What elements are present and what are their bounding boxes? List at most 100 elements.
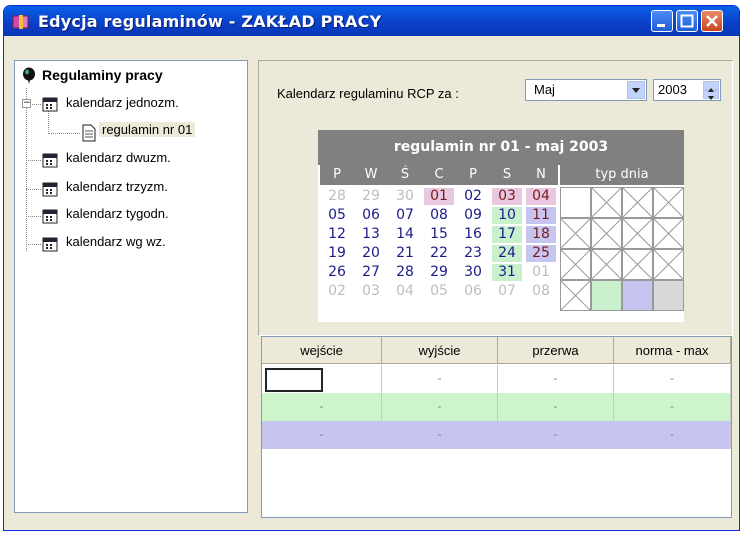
calendar-icon xyxy=(42,97,58,112)
calendar-day[interactable]: 11 xyxy=(526,207,556,224)
table-cell[interactable]: - xyxy=(614,365,731,393)
calendar-day[interactable]: 29 xyxy=(356,188,386,205)
table-row[interactable]: ---- xyxy=(262,393,731,421)
calendar-day[interactable]: 22 xyxy=(424,245,454,262)
calendar-day[interactable]: 18 xyxy=(526,226,556,243)
calendar-day[interactable]: 06 xyxy=(458,283,488,300)
table-cell[interactable]: - xyxy=(614,393,731,421)
day-type-cell[interactable] xyxy=(560,218,591,249)
calendar-day[interactable]: 02 xyxy=(322,283,352,300)
table-cell[interactable]: - xyxy=(498,365,614,393)
table-cell[interactable]: - xyxy=(382,421,498,449)
calendar-day[interactable]: 01 xyxy=(526,264,556,281)
calendar-day[interactable]: 28 xyxy=(322,188,352,205)
tree-item-kalendarz-jednozm[interactable]: kalendarz jednozm. xyxy=(66,95,179,110)
close-button[interactable] xyxy=(701,10,723,32)
tree-line xyxy=(26,244,41,245)
calendar-day[interactable]: 12 xyxy=(322,226,352,243)
day-type-cell[interactable] xyxy=(653,187,684,218)
minimize-button[interactable] xyxy=(651,10,673,32)
column-header[interactable]: wejście xyxy=(262,337,382,364)
table-cell[interactable]: - xyxy=(382,365,498,393)
column-header[interactable]: wyjście xyxy=(382,337,498,364)
calendar-day[interactable]: 15 xyxy=(424,226,454,243)
table-cell[interactable]: - xyxy=(498,393,614,421)
calendar-day[interactable]: 27 xyxy=(356,264,386,281)
calendar-day[interactable]: 17 xyxy=(492,226,522,243)
tree-item-kalendarz-wg-wz[interactable]: kalendarz wg wz. xyxy=(66,234,166,249)
spin-up-button[interactable] xyxy=(703,81,719,92)
calendar-day[interactable]: 13 xyxy=(356,226,386,243)
balloon-icon xyxy=(23,67,35,84)
calendar-day[interactable]: 25 xyxy=(526,245,556,262)
day-type-cell[interactable] xyxy=(653,249,684,280)
calendar-day[interactable]: 04 xyxy=(526,188,556,205)
table-cell[interactable]: - xyxy=(262,393,382,421)
table-cell[interactable]: - xyxy=(382,393,498,421)
tree-item-kalendarz-dwuzm[interactable]: kalendarz dwuzm. xyxy=(66,150,171,165)
calendar-day[interactable]: 04 xyxy=(390,283,420,300)
tree-item-regulamin-01[interactable]: regulamin nr 01 xyxy=(99,122,196,137)
calendar-day[interactable]: 01 xyxy=(424,188,454,205)
calendar-day[interactable]: 08 xyxy=(424,207,454,224)
day-type-cell[interactable] xyxy=(560,249,591,280)
calendar-day[interactable]: 03 xyxy=(356,283,386,300)
calendar-day[interactable]: 07 xyxy=(390,207,420,224)
day-type-cell[interactable] xyxy=(653,218,684,249)
maximize-button[interactable] xyxy=(676,10,698,32)
calendar-day[interactable]: 30 xyxy=(458,264,488,281)
day-type-cell[interactable] xyxy=(622,280,653,311)
calendar-day[interactable]: 09 xyxy=(458,207,488,224)
calendar-day[interactable]: 10 xyxy=(492,207,522,224)
collapse-toggle[interactable]: − xyxy=(22,99,31,108)
calendar-day[interactable]: 19 xyxy=(322,245,352,262)
calendar-day[interactable]: 29 xyxy=(424,264,454,281)
column-header[interactable]: przerwa xyxy=(498,337,614,364)
table-cell[interactable]: - xyxy=(262,421,382,449)
calendar-grid: typ dnia P W Ś C P S N 28 29 30 01 02 03 04 05 06 07 08 09… xyxy=(318,165,684,322)
day-type-cell[interactable] xyxy=(560,280,591,311)
calendar-day[interactable]: 30 xyxy=(390,188,420,205)
calendar-day[interactable]: 08 xyxy=(526,283,556,300)
calendar-day[interactable]: 28 xyxy=(390,264,420,281)
day-type-cell[interactable] xyxy=(591,218,622,249)
table-cell[interactable]: - xyxy=(498,421,614,449)
calendar-day[interactable]: 23 xyxy=(458,245,488,262)
column-header[interactable]: norma - max xyxy=(614,337,731,364)
calendar-day[interactable]: 16 xyxy=(458,226,488,243)
calendar-day[interactable]: 14 xyxy=(390,226,420,243)
calendar-day[interactable]: 24 xyxy=(492,245,522,262)
table-row[interactable]: --- xyxy=(262,365,731,393)
tree-panel: Regulaminy pracy − kalendarz jednozm. re… xyxy=(14,60,248,513)
title-bar[interactable]: Edycja regulaminów - ZAKŁAD PRACY xyxy=(4,6,739,36)
calendar-day[interactable]: 07 xyxy=(492,283,522,300)
tree-item-kalendarz-trzyzm[interactable]: kalendarz trzyzm. xyxy=(66,179,168,194)
day-type-cell[interactable] xyxy=(591,249,622,280)
dropdown-arrow[interactable] xyxy=(627,81,645,99)
calendar-day[interactable]: 21 xyxy=(390,245,420,262)
calendar-day[interactable]: 03 xyxy=(492,188,522,205)
tree-item-kalendarz-tygodn[interactable]: kalendarz tygodn. xyxy=(66,206,169,221)
day-type-cell[interactable] xyxy=(622,218,653,249)
table-row[interactable]: ---- xyxy=(262,421,731,449)
calendar-day[interactable]: 02 xyxy=(458,188,488,205)
day-type-cell[interactable] xyxy=(622,187,653,218)
day-type-cell[interactable] xyxy=(653,280,684,311)
calendar-day[interactable]: 05 xyxy=(322,207,352,224)
day-type-cell[interactable] xyxy=(591,187,622,218)
focused-cell[interactable] xyxy=(265,368,323,392)
day-type-cell[interactable] xyxy=(622,249,653,280)
spin-down-button[interactable] xyxy=(703,90,719,100)
day-type-cell[interactable] xyxy=(591,280,622,311)
document-icon xyxy=(82,124,96,142)
calendar-day[interactable]: 05 xyxy=(424,283,454,300)
month-select[interactable]: Maj xyxy=(525,79,647,101)
table-cell[interactable]: - xyxy=(614,421,731,449)
day-type-cell[interactable] xyxy=(560,187,591,218)
calendar-day[interactable]: 31 xyxy=(492,264,522,281)
calendar-day[interactable]: 26 xyxy=(322,264,352,281)
calendar-day[interactable]: 06 xyxy=(356,207,386,224)
calendar-day[interactable]: 20 xyxy=(356,245,386,262)
year-spinner[interactable]: 2003 xyxy=(653,79,721,101)
tree-root-label[interactable]: Regulaminy pracy xyxy=(42,67,163,83)
